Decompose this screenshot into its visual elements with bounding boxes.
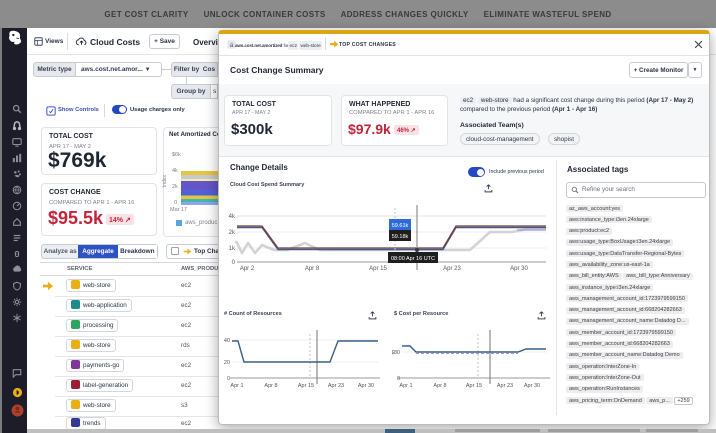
svg-text:0: 0 — [227, 376, 230, 382]
svg-text:08:00 Apr 16 UTC: 08:00 Apr 16 UTC — [391, 256, 435, 262]
svg-text:0: 0 — [232, 260, 236, 266]
svg-text:Apr 2: Apr 2 — [240, 266, 255, 272]
svg-text:20: 20 — [224, 360, 230, 366]
svg-text:59.61k: 59.61k — [392, 223, 409, 229]
svg-text:Apr 30: Apr 30 — [510, 266, 528, 272]
svg-text:Apr 8: Apr 8 — [305, 266, 320, 272]
svg-text:Apr 15: Apr 15 — [369, 266, 387, 272]
svg-text:Apr 8: Apr 8 — [264, 383, 277, 389]
svg-text:Apr 1: Apr 1 — [399, 383, 412, 389]
svg-text:1k: 1k — [229, 246, 236, 252]
svg-text:Apr 30: Apr 30 — [524, 383, 540, 389]
svg-text:Apr 8: Apr 8 — [433, 383, 446, 389]
svg-text:Apr 1: Apr 1 — [230, 383, 243, 389]
svg-text:Apr 30: Apr 30 — [358, 383, 374, 389]
svg-text:Apr 23: Apr 23 — [497, 383, 513, 389]
svg-text:0: 0 — [397, 376, 400, 382]
svg-text:Apr 15: Apr 15 — [466, 383, 482, 389]
svg-text:Apr 15: Apr 15 — [298, 383, 314, 389]
svg-text:59.18k: 59.18k — [392, 234, 409, 240]
svg-text:4k: 4k — [229, 214, 236, 220]
svg-text:$80: $80 — [392, 350, 400, 356]
svg-text:40: 40 — [224, 338, 230, 344]
svg-text:a: a — [230, 42, 234, 49]
svg-text:Apr 23: Apr 23 — [328, 383, 344, 389]
svg-text:2k: 2k — [229, 230, 236, 236]
svg-text:Apr 23: Apr 23 — [443, 266, 461, 272]
